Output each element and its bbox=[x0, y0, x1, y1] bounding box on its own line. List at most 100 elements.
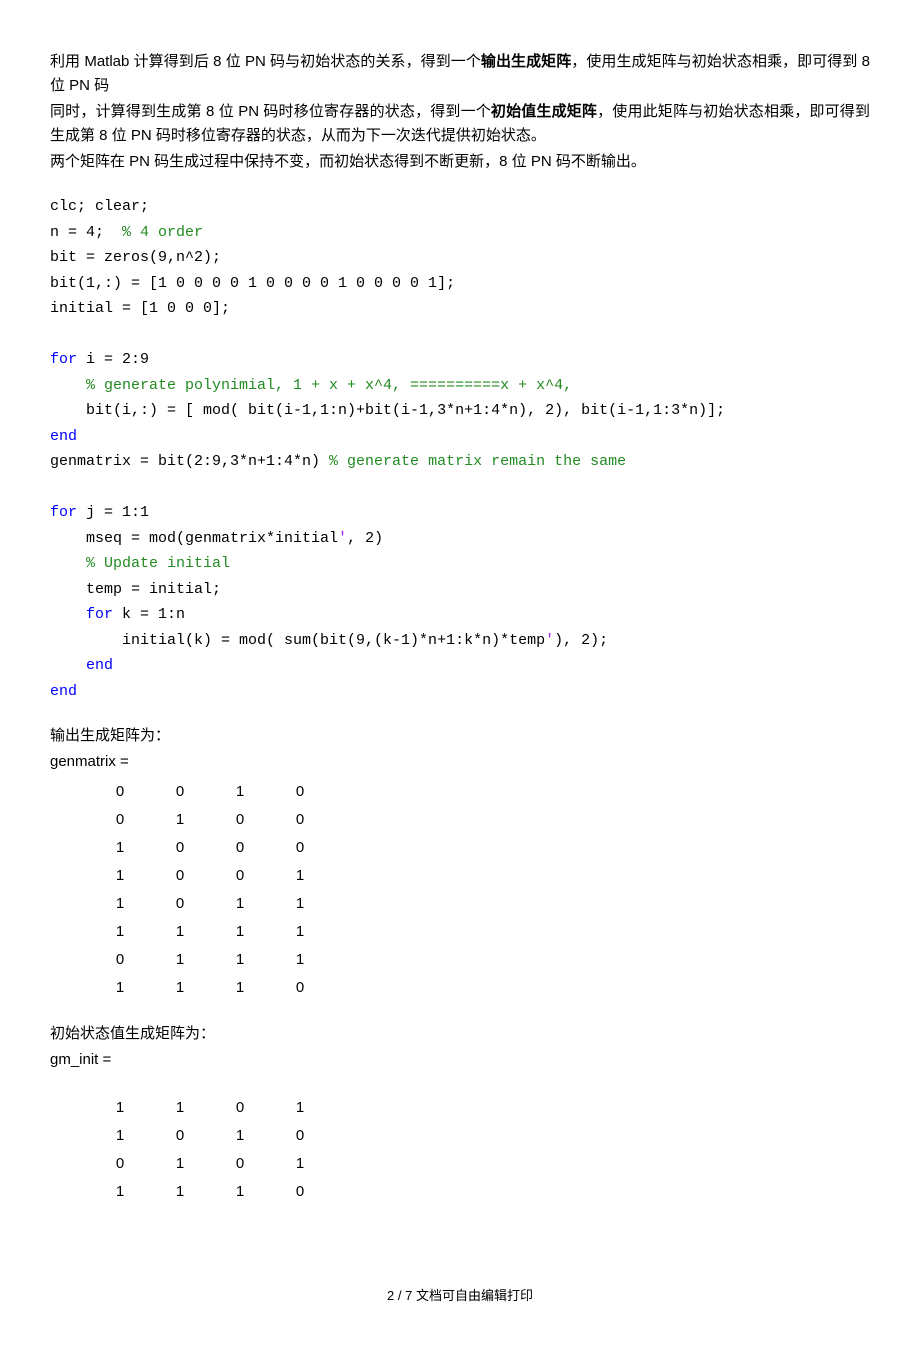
code-string: ' bbox=[338, 530, 347, 547]
table-cell: 0 bbox=[90, 946, 150, 974]
matrix-name-1: genmatrix = bbox=[50, 750, 870, 774]
code-keyword: end bbox=[50, 657, 113, 674]
table-cell: 0 bbox=[270, 1122, 330, 1150]
table-row: 0100 bbox=[90, 806, 330, 834]
table-row: 1110 bbox=[90, 974, 330, 1002]
table-row: 1011 bbox=[90, 890, 330, 918]
table-cell: 0 bbox=[150, 778, 210, 806]
table-cell: 0 bbox=[270, 778, 330, 806]
text: 两个矩阵在 PN 码生成过程中保持不变，而初始状态得到不断更新，8 位 PN 码… bbox=[50, 153, 646, 170]
table-cell: 0 bbox=[90, 778, 150, 806]
code-line: mseq = mod(genmatrix*initial bbox=[50, 530, 338, 547]
table-cell: 1 bbox=[90, 862, 150, 890]
table-row: 1101 bbox=[90, 1094, 330, 1122]
table-cell: 1 bbox=[90, 890, 150, 918]
output-label-1: 输出生成矩阵为： bbox=[50, 724, 870, 748]
table-cell: 1 bbox=[150, 918, 210, 946]
table-cell: 1 bbox=[270, 862, 330, 890]
bold-text: 初始值生成矩阵 bbox=[491, 103, 597, 120]
table-cell: 1 bbox=[210, 778, 270, 806]
code-line: bit = zeros(9,n^2); bbox=[50, 249, 221, 266]
table-cell: 1 bbox=[210, 974, 270, 1002]
code-line: clc; clear; bbox=[50, 198, 149, 215]
genmatrix-table: 00100100100010011011111101111110 bbox=[90, 778, 330, 1002]
code-keyword: end bbox=[50, 428, 77, 445]
table-cell: 1 bbox=[270, 890, 330, 918]
table-cell: 1 bbox=[90, 1094, 150, 1122]
table-cell: 0 bbox=[150, 1122, 210, 1150]
table-cell: 0 bbox=[210, 1150, 270, 1178]
table-cell: 1 bbox=[270, 918, 330, 946]
table-cell: 1 bbox=[150, 806, 210, 834]
paragraph-3: 两个矩阵在 PN 码生成过程中保持不变，而初始状态得到不断更新，8 位 PN 码… bbox=[50, 150, 870, 174]
table-cell: 1 bbox=[210, 1178, 270, 1206]
table-cell: 0 bbox=[150, 834, 210, 862]
code-keyword: for bbox=[50, 504, 77, 521]
table-cell: 1 bbox=[150, 974, 210, 1002]
table-cell: 1 bbox=[90, 918, 150, 946]
code-line: initial(k) = mod( sum(bit(9,(k-1)*n+1:k*… bbox=[50, 632, 545, 649]
output-label-2: 初始状态值生成矩阵为： bbox=[50, 1022, 870, 1046]
table-row: 0101 bbox=[90, 1150, 330, 1178]
code-line: i = 2:9 bbox=[77, 351, 149, 368]
table-cell: 1 bbox=[90, 1122, 150, 1150]
table-cell: 1 bbox=[150, 1178, 210, 1206]
table-row: 1010 bbox=[90, 1122, 330, 1150]
code-line: initial = [1 0 0 0]; bbox=[50, 300, 230, 317]
page-footer: 2 / 7 文档可自由编辑打印 bbox=[50, 1286, 870, 1307]
code-line: bit(1,:) = [1 0 0 0 0 1 0 0 0 0 1 0 0 0 … bbox=[50, 275, 455, 292]
code-keyword: for bbox=[50, 606, 113, 623]
table-cell: 1 bbox=[150, 946, 210, 974]
table-cell: 1 bbox=[270, 1094, 330, 1122]
table-cell: 0 bbox=[90, 1150, 150, 1178]
table-row: 0010 bbox=[90, 778, 330, 806]
paragraph-1: 利用 Matlab 计算得到后 8 位 PN 码与初始状态的关系，得到一个输出生… bbox=[50, 50, 870, 98]
table-cell: 0 bbox=[210, 834, 270, 862]
code-line: n = 4; bbox=[50, 224, 122, 241]
code-comment: % generate polynimial, 1 + x + x^4, ====… bbox=[50, 377, 572, 394]
table-cell: 1 bbox=[150, 1150, 210, 1178]
matrix-name-2: gm_init = bbox=[50, 1048, 870, 1072]
table-cell: 0 bbox=[210, 806, 270, 834]
table-cell: 0 bbox=[150, 862, 210, 890]
table-cell: 1 bbox=[150, 1094, 210, 1122]
table-cell: 0 bbox=[90, 806, 150, 834]
code-keyword: for bbox=[50, 351, 77, 368]
table-cell: 1 bbox=[270, 946, 330, 974]
table-cell: 1 bbox=[210, 918, 270, 946]
table-cell: 0 bbox=[210, 862, 270, 890]
code-line: temp = initial; bbox=[50, 581, 221, 598]
table-cell: 1 bbox=[210, 890, 270, 918]
text: 利用 Matlab 计算得到后 8 位 PN 码与初始状态的关系，得到一个 bbox=[50, 53, 481, 70]
table-row: 1000 bbox=[90, 834, 330, 862]
table-cell: 0 bbox=[270, 806, 330, 834]
code-comment: % Update initial bbox=[50, 555, 230, 572]
code-line: ), 2); bbox=[554, 632, 608, 649]
table-cell: 0 bbox=[210, 1094, 270, 1122]
table-cell: 0 bbox=[270, 1178, 330, 1206]
table-row: 1110 bbox=[90, 1178, 330, 1206]
bold-text: 输出生成矩阵 bbox=[481, 53, 571, 70]
table-cell: 0 bbox=[270, 834, 330, 862]
table-cell: 1 bbox=[270, 1150, 330, 1178]
table-cell: 1 bbox=[90, 1178, 150, 1206]
code-keyword: end bbox=[50, 683, 77, 700]
table-cell: 1 bbox=[90, 974, 150, 1002]
paragraph-2: 同时，计算得到生成第 8 位 PN 码时移位寄存器的状态，得到一个初始值生成矩阵… bbox=[50, 100, 870, 148]
table-row: 1001 bbox=[90, 862, 330, 890]
table-cell: 1 bbox=[210, 1122, 270, 1150]
code-comment: % generate matrix remain the same bbox=[329, 453, 626, 470]
table-row: 0111 bbox=[90, 946, 330, 974]
code-string: ' bbox=[545, 632, 554, 649]
text: 同时，计算得到生成第 8 位 PN 码时移位寄存器的状态，得到一个 bbox=[50, 103, 491, 120]
code-line: genmatrix = bit(2:9,3*n+1:4*n) bbox=[50, 453, 329, 470]
table-cell: 1 bbox=[210, 946, 270, 974]
code-line: bit(i,:) = [ mod( bit(i-1,1:n)+bit(i-1,3… bbox=[50, 402, 725, 419]
code-block: clc; clear; n = 4; % 4 order bit = zeros… bbox=[50, 194, 870, 704]
code-comment: % 4 order bbox=[122, 224, 203, 241]
code-line: , 2) bbox=[347, 530, 383, 547]
table-cell: 1 bbox=[90, 834, 150, 862]
table-cell: 0 bbox=[270, 974, 330, 1002]
table-cell: 0 bbox=[150, 890, 210, 918]
gm-init-table: 1101101001011110 bbox=[90, 1094, 330, 1206]
